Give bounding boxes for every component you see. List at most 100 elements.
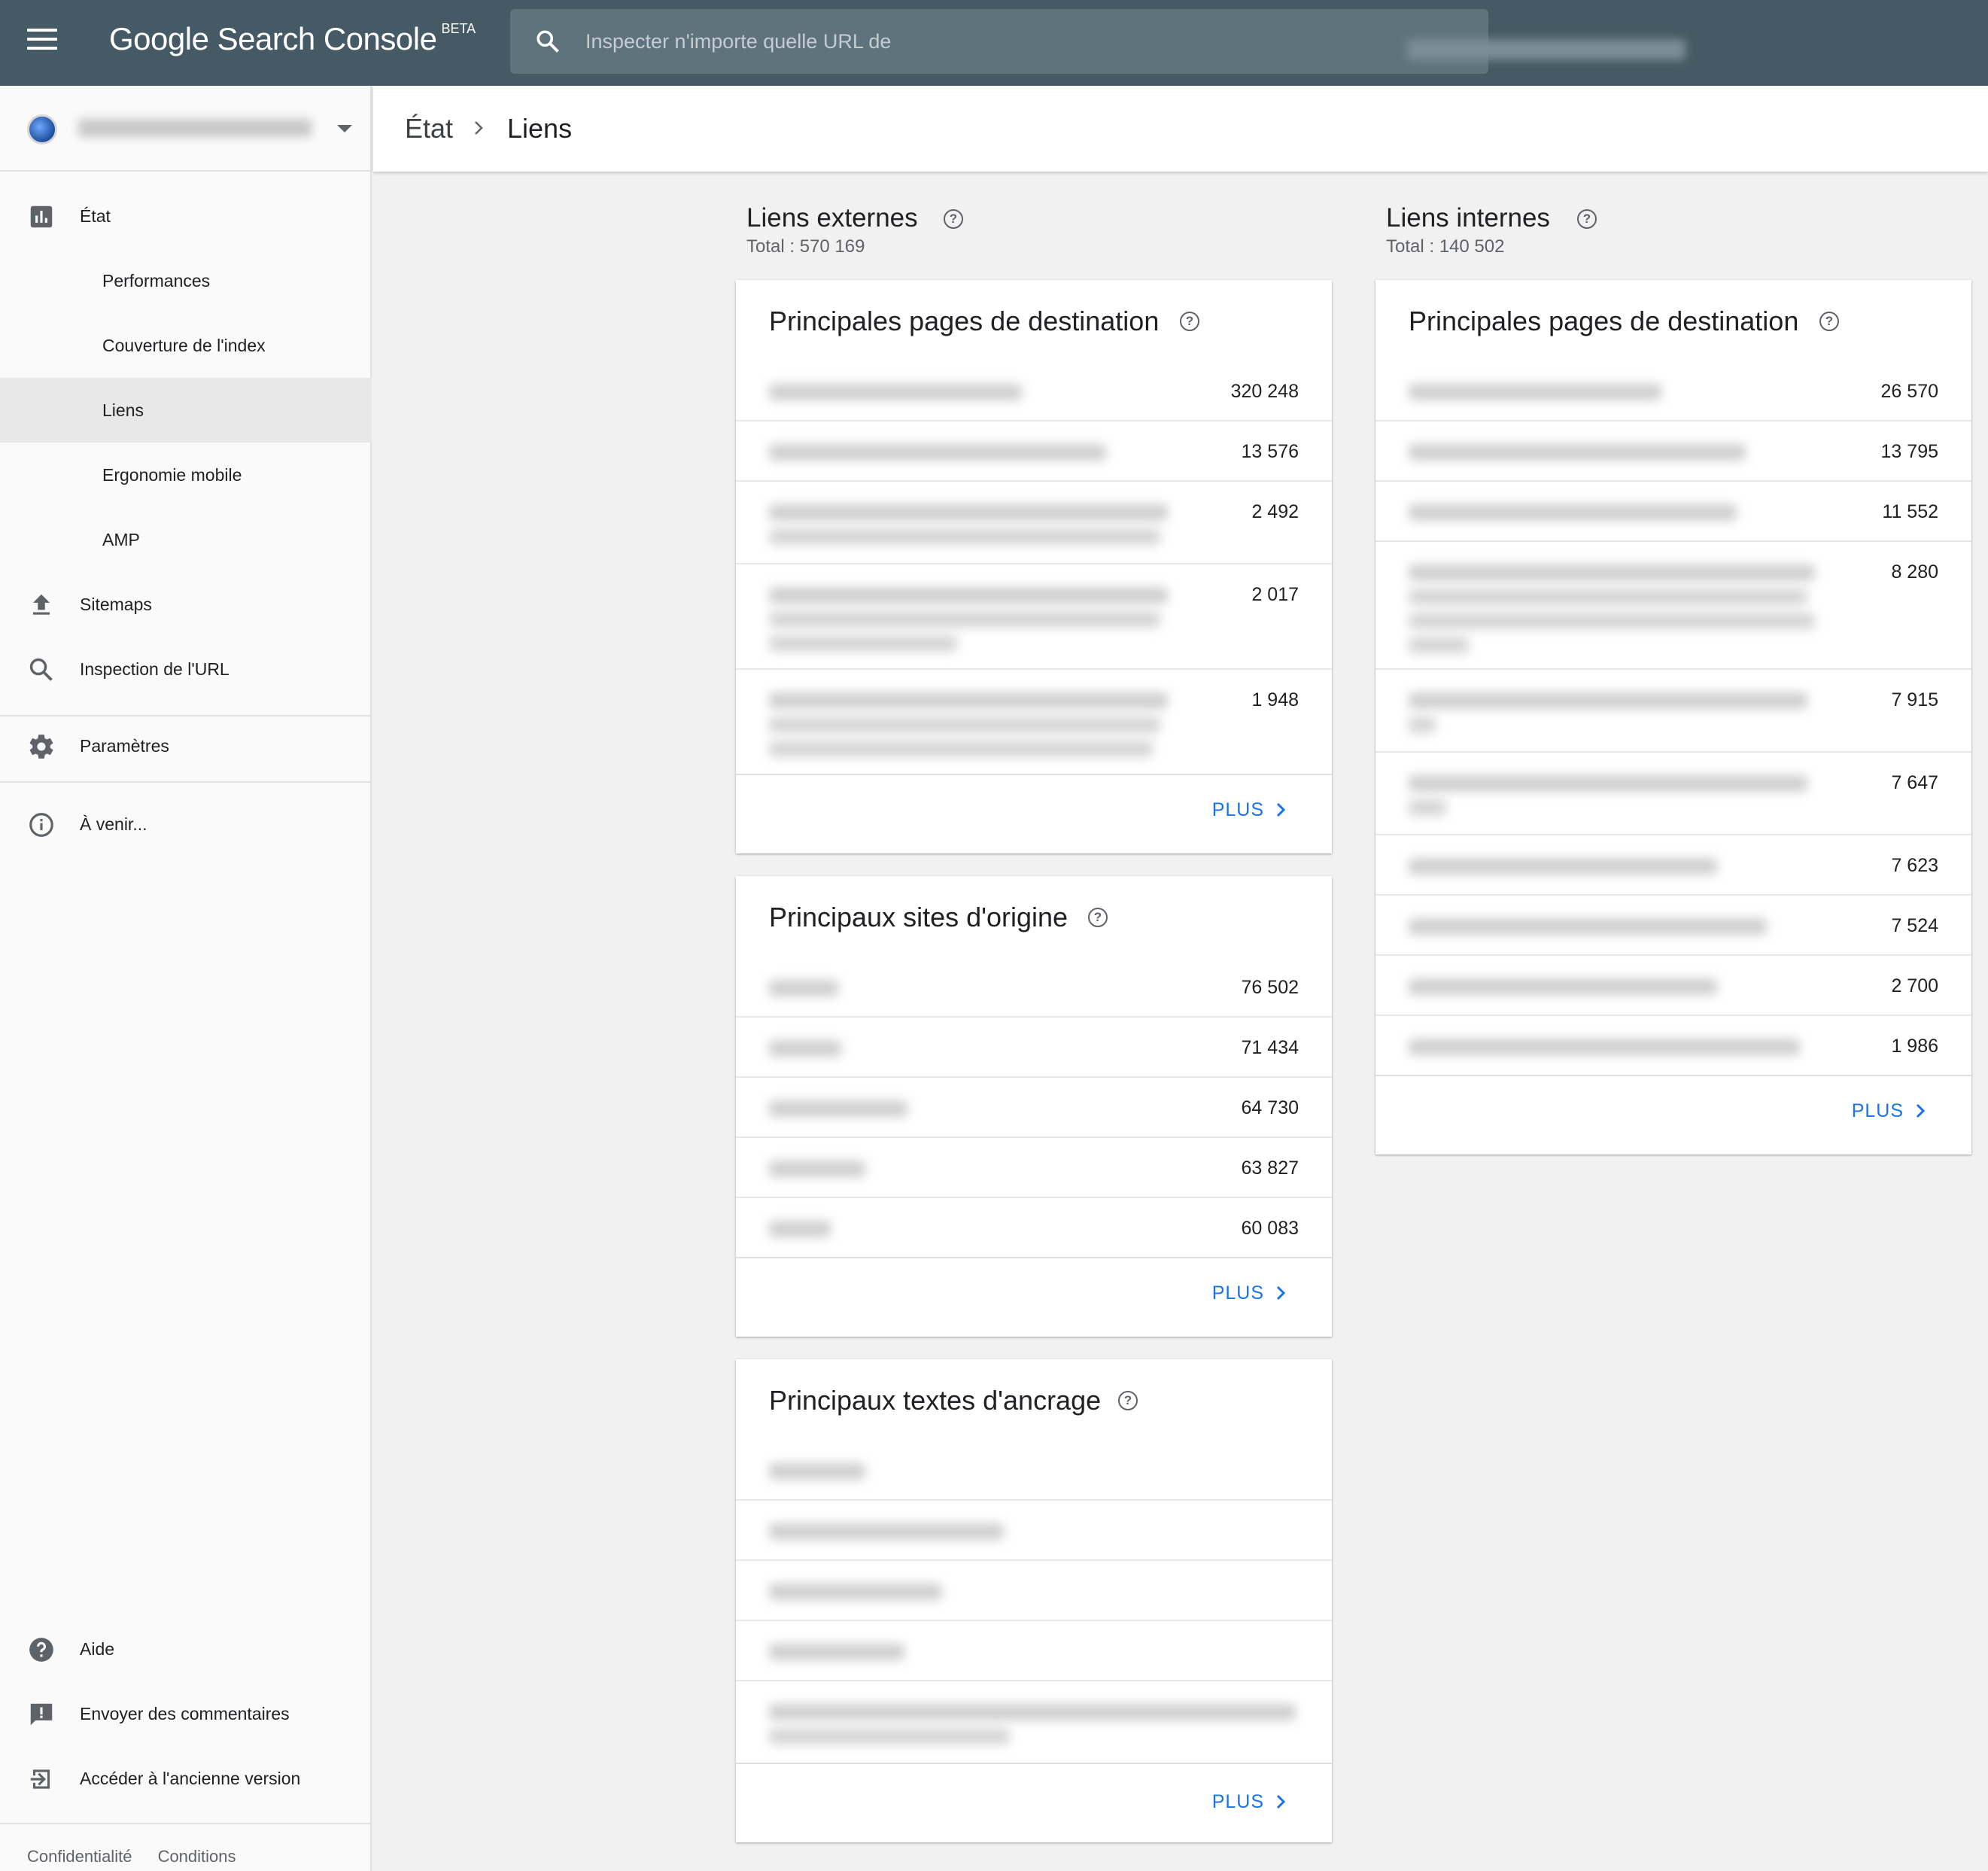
table-row[interactable]: 1 986	[1375, 1016, 1971, 1076]
search-icon	[537, 30, 559, 53]
terms-link[interactable]: Conditions	[158, 1847, 236, 1866]
table-row[interactable]: 1 948	[736, 670, 1332, 775]
link-count: 320 248	[1230, 381, 1299, 402]
table-row[interactable]: 13 795	[1375, 421, 1971, 482]
sidebar-item-mobile-usability[interactable]: Ergonomie mobile	[0, 443, 372, 507]
product-logo[interactable]: Google Search Console BETA	[109, 21, 476, 57]
link-count: 13 795	[1880, 441, 1938, 462]
anchor-text-redacted	[769, 1584, 942, 1600]
help-icon[interactable]: ?	[944, 209, 963, 229]
sidebar-item-help[interactable]: Aide	[0, 1617, 372, 1681]
sidebar-item-label: Accéder à l'ancienne version	[80, 1769, 301, 1788]
external-top-sites-card: Principaux sites d'origine ? 76 502 71 4…	[736, 876, 1332, 1337]
url-inspection-search[interactable]	[510, 9, 1686, 74]
sidebar-item-performances[interactable]: Performances	[0, 248, 372, 313]
table-row[interactable]: 63 827	[736, 1138, 1332, 1198]
link-count: 13 576	[1241, 441, 1299, 462]
site-redacted	[769, 1040, 841, 1057]
table-row[interactable]: 13 576	[736, 421, 1332, 482]
sidebar-item-amp[interactable]: AMP	[0, 507, 372, 572]
sidebar-item-settings[interactable]: Paramètres	[0, 713, 372, 778]
url-redacted	[1409, 978, 1717, 995]
url-redacted	[769, 611, 1160, 628]
sidebar-item-coming-soon[interactable]: À venir...	[0, 792, 372, 856]
breadcrumb-root[interactable]: État	[405, 113, 453, 145]
table: 26 570 13 795 11 552 8 280 7 915 7 647 7…	[1375, 361, 1971, 1076]
link-count: 11 552	[1882, 501, 1938, 522]
more-button[interactable]: PLUS	[1212, 1282, 1287, 1304]
more-label: PLUS	[1211, 799, 1264, 820]
chevron-down-icon	[337, 125, 352, 132]
table-row[interactable]: 2 700	[1375, 956, 1971, 1016]
more-button[interactable]: PLUS	[1212, 799, 1287, 821]
table-row[interactable]	[736, 1681, 1332, 1764]
table-row[interactable]: 60 083	[736, 1198, 1332, 1258]
footer-links: Confidentialité Conditions	[27, 1847, 257, 1866]
more-label: PLUS	[1211, 1282, 1264, 1304]
sidebar-item-send-feedback[interactable]: Envoyer des commentaires	[0, 1681, 372, 1746]
help-icon	[29, 1638, 53, 1662]
beta-badge: BETA	[441, 21, 476, 36]
table-row[interactable]	[736, 1501, 1332, 1561]
url-redacted	[1409, 384, 1661, 400]
sidebar-item-label: Aide	[80, 1639, 115, 1659]
more-label: PLUS	[1211, 1791, 1264, 1812]
help-icon[interactable]: ?	[1180, 312, 1199, 331]
table-row[interactable]: 64 730	[736, 1078, 1332, 1138]
more-button[interactable]: PLUS	[1212, 1791, 1287, 1813]
sidebar-item-etat[interactable]: État	[0, 184, 372, 248]
url-redacted	[769, 741, 1153, 757]
table-row[interactable]	[736, 1441, 1332, 1501]
help-icon[interactable]: ?	[1088, 908, 1108, 927]
sidebar-item-label: Inspection de l'URL	[80, 659, 230, 679]
url-redacted	[1409, 637, 1469, 653]
table-row[interactable]: 11 552	[1375, 482, 1971, 542]
property-selector[interactable]	[0, 86, 372, 172]
table-row[interactable]: 8 280	[1375, 542, 1971, 670]
link-count: 1 986	[1891, 1036, 1938, 1057]
table-row[interactable]: 76 502	[736, 957, 1332, 1018]
table-row[interactable]: 7 915	[1375, 670, 1971, 753]
table-row[interactable]: 26 570	[1375, 361, 1971, 421]
table-row[interactable]: 71 434	[736, 1018, 1332, 1078]
sidebar: État Performances Couverture de l'index …	[0, 86, 372, 1871]
url-redacted	[1409, 692, 1807, 709]
table-row[interactable]	[736, 1621, 1332, 1681]
sidebar-item-index-coverage[interactable]: Couverture de l'index	[0, 313, 372, 378]
more-label: PLUS	[1851, 1100, 1904, 1121]
exit-icon	[30, 1769, 50, 1789]
table-row[interactable]: 7 647	[1375, 753, 1971, 835]
sidebar-item-label: Sitemaps	[80, 595, 152, 614]
table-row[interactable]: 2 017	[736, 564, 1332, 670]
menu-icon[interactable]	[27, 29, 57, 56]
sidebar-item-label: État	[80, 206, 111, 226]
help-icon[interactable]: ?	[1819, 312, 1839, 331]
more-button[interactable]: PLUS	[1852, 1100, 1926, 1122]
sidebar-item-url-inspection[interactable]: Inspection de l'URL	[0, 637, 372, 701]
sidebar-item-old-version[interactable]: Accéder à l'ancienne version	[0, 1746, 372, 1811]
url-redacted	[1409, 564, 1815, 581]
sidebar-item-label: Ergonomie mobile	[102, 465, 242, 485]
link-count: 60 083	[1241, 1218, 1299, 1239]
url-redacted	[1409, 858, 1717, 875]
card-title: Principales pages de destination	[769, 306, 1160, 336]
sidebar-item-liens[interactable]: Liens	[0, 378, 372, 443]
table-row[interactable]: 2 492	[736, 482, 1332, 564]
privacy-link[interactable]: Confidentialité	[27, 1847, 132, 1866]
site-redacted	[769, 1100, 907, 1117]
sidebar-item-sitemaps[interactable]: Sitemaps	[0, 572, 372, 637]
url-redacted	[1409, 716, 1436, 733]
help-icon[interactable]: ?	[1118, 1391, 1138, 1410]
chevron-right-icon	[1276, 1794, 1286, 1809]
table-row[interactable]: 7 524	[1375, 896, 1971, 956]
card-title: Principaux textes d'ancrage	[769, 1385, 1102, 1416]
table-row[interactable]	[736, 1561, 1332, 1621]
site-redacted	[769, 980, 838, 996]
anchor-text-redacted	[769, 1728, 1010, 1745]
help-icon[interactable]: ?	[1577, 209, 1597, 229]
table-row[interactable]: 7 623	[1375, 835, 1971, 896]
url-redacted	[1409, 613, 1815, 629]
table-row[interactable]: 320 248	[736, 361, 1332, 421]
link-count: 64 730	[1241, 1097, 1299, 1118]
search-input[interactable]	[585, 24, 1466, 59]
